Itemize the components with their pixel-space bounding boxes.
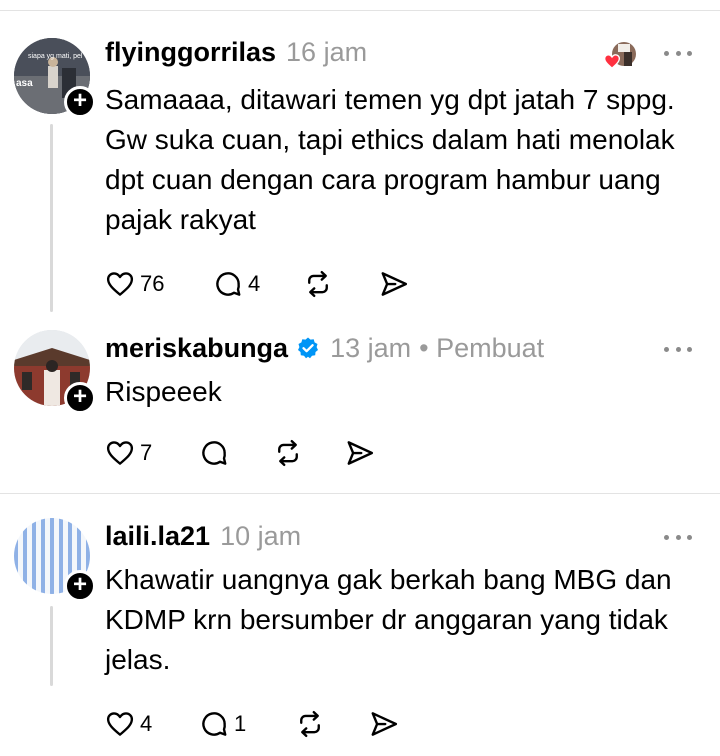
repost-icon (308, 270, 328, 298)
send-icon (381, 272, 408, 296)
more-options-icon[interactable] (664, 48, 692, 58)
section-divider (0, 493, 720, 494)
verified-badge-icon (298, 337, 319, 359)
reply-button[interactable]: 1 (199, 706, 246, 742)
avatar-overlay-text: siapa yg mati, pel (28, 53, 83, 60)
like-button[interactable]: 76 (105, 266, 164, 302)
more-options-icon[interactable] (664, 532, 692, 542)
thread-line (50, 606, 53, 686)
timestamp: 16 jam (286, 36, 368, 67)
repost-button[interactable] (303, 266, 333, 302)
comment-text: Khawatir uangnya gak berkah bang MBG dan… (105, 564, 672, 675)
timestamp: 10 jam (220, 520, 302, 551)
username[interactable]: flyinggorrilas (105, 37, 276, 68)
follow-plus-icon[interactable]: + (64, 86, 96, 118)
like-button[interactable]: 7 (105, 435, 152, 471)
repost-button[interactable] (273, 435, 303, 471)
share-button[interactable] (345, 435, 375, 471)
share-button[interactable] (379, 266, 409, 302)
comment-icon (202, 441, 227, 465)
heart-icon (106, 712, 134, 736)
repost-button[interactable] (295, 706, 325, 742)
send-icon (347, 441, 374, 465)
username[interactable]: laili.la21 (105, 521, 210, 552)
username[interactable]: meriskabunga (105, 333, 288, 364)
reply-count: 4 (248, 271, 261, 296)
like-count: 7 (140, 440, 153, 465)
reply-count: 1 (234, 711, 247, 736)
creator-label: • Pembuat (419, 332, 545, 363)
follow-plus-icon[interactable]: + (64, 570, 96, 602)
send-icon (371, 712, 398, 736)
like-count: 4 (140, 711, 153, 736)
follow-plus-icon[interactable]: + (64, 382, 96, 414)
avatar-side-text: asa (16, 78, 33, 89)
comment-icon (216, 272, 241, 296)
repost-icon (300, 710, 320, 738)
comment-text: Rispeeek (105, 376, 222, 407)
top-divider (0, 10, 720, 11)
comment-header: flyinggorrilas 16 jam (105, 32, 367, 72)
like-count: 76 (140, 271, 165, 296)
liked-heart-icon (604, 54, 620, 69)
liked-by-avatar[interactable] (604, 40, 636, 70)
comment-header: meriskabunga 13 jam • Pembuat (105, 328, 544, 368)
comment-text: Samaaaa, ditawari temen yg dpt jatah 7 s… (105, 84, 675, 235)
timestamp: 13 jam (330, 332, 412, 363)
heart-icon (106, 441, 134, 465)
like-button[interactable]: 4 (105, 706, 152, 742)
thread-line (50, 124, 53, 312)
more-options-icon[interactable] (664, 344, 692, 354)
comment-icon (202, 712, 227, 736)
share-button[interactable] (369, 706, 399, 742)
reply-button[interactable] (199, 435, 229, 471)
comment-header: laili.la21 10 jam (105, 516, 301, 556)
reply-button[interactable]: 4 (213, 266, 260, 302)
heart-icon (106, 272, 134, 296)
repost-icon (278, 439, 298, 467)
